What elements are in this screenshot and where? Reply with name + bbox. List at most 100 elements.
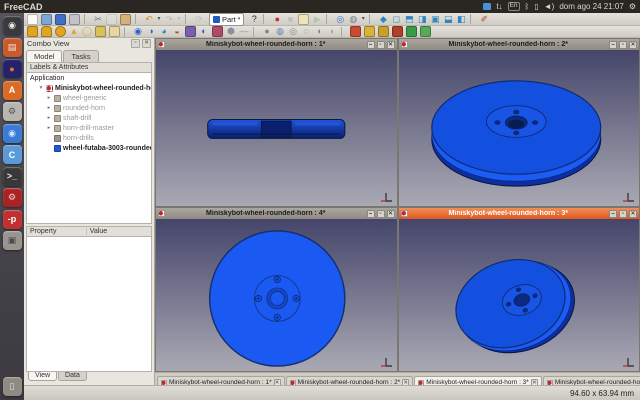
view-rear-icon[interactable]: ▣: [429, 14, 441, 25]
maximize-button[interactable]: ▫: [619, 41, 627, 49]
app-window-icon[interactable]: ▣: [3, 231, 22, 250]
tab-model[interactable]: Model: [26, 50, 62, 62]
value-column[interactable]: Value: [87, 228, 107, 235]
tree-expander-icon[interactable]: ▾: [38, 85, 44, 91]
tree-item[interactable]: ▸shaft-drill: [27, 113, 151, 123]
tree-item[interactable]: ▾Miniskybot-wheel-rounded-horn: [27, 83, 151, 93]
view-bottom-icon[interactable]: ⬓: [442, 14, 454, 25]
app-p-icon[interactable]: -p: [3, 210, 22, 229]
tree-item[interactable]: horn-drills: [27, 133, 151, 143]
view-axonometric-icon[interactable]: ◆: [377, 14, 389, 25]
part-cut-icon[interactable]: ◑: [145, 26, 157, 37]
system-settings-icon[interactable]: ⚙: [3, 102, 22, 121]
measure-distance-icon[interactable]: ✐: [478, 14, 490, 25]
maximize-button[interactable]: ▫: [377, 41, 385, 49]
chromium-icon[interactable]: C: [3, 145, 22, 164]
draw-style-icon[interactable]: ◍: [347, 14, 359, 25]
maximize-button[interactable]: ▫: [619, 210, 627, 218]
volume-indicator-icon[interactable]: ◄): [544, 3, 555, 11]
minimize-button[interactable]: –: [609, 41, 617, 49]
panel-float-button[interactable]: ▫: [131, 39, 140, 48]
viewport-2-canvas[interactable]: [399, 50, 640, 206]
battery-indicator-icon[interactable]: ▯: [534, 3, 538, 11]
tab-tasks[interactable]: Tasks: [63, 50, 98, 62]
input-method-indicator-icon[interactable]: t↓: [496, 3, 502, 11]
minimize-button[interactable]: –: [609, 210, 617, 218]
open-document-icon[interactable]: [41, 14, 52, 25]
new-document-icon[interactable]: [27, 14, 38, 25]
browser-icon[interactable]: ◉: [3, 124, 22, 143]
viewport-2-titlebar[interactable]: Miniskybot-wheel-rounded-horn : 2* – ▫ ✕: [399, 39, 640, 50]
part-boolean-icon[interactable]: ◉: [132, 26, 144, 37]
part-fillet-icon[interactable]: [212, 26, 223, 37]
part-ruled-surface-icon[interactable]: —: [238, 26, 250, 37]
software-center-icon[interactable]: A: [3, 81, 22, 100]
clock[interactable]: dom ago 24 21:07: [559, 3, 624, 11]
part-primitives-icon[interactable]: [95, 26, 106, 37]
part-compound-icon[interactable]: ◖: [313, 26, 325, 37]
close-button[interactable]: ✕: [629, 210, 637, 218]
tree-expander-icon[interactable]: ▸: [46, 125, 52, 131]
bluetooth-indicator-icon[interactable]: ᛒ: [525, 3, 530, 11]
tree-item[interactable]: wheel-futaba-3003-rounded-horn-final: [27, 143, 151, 153]
part-convert-to-solid-icon[interactable]: [392, 26, 403, 37]
part-box-icon[interactable]: [27, 26, 38, 37]
part-mirror-icon[interactable]: [406, 26, 417, 37]
minimize-button[interactable]: –: [367, 210, 375, 218]
tab-view[interactable]: View: [28, 372, 57, 381]
part-sweep-icon[interactable]: ◍: [274, 26, 286, 37]
part-torus-icon[interactable]: ◯: [81, 26, 93, 37]
part-loft-icon[interactable]: ●: [261, 26, 273, 37]
part-sphere-icon[interactable]: [55, 26, 66, 37]
macro-edit-icon[interactable]: [298, 14, 309, 25]
print-icon[interactable]: [69, 14, 80, 25]
dash-home-icon[interactable]: ◉: [3, 16, 22, 35]
viewport-4-titlebar[interactable]: Miniskybot-wheel-rounded-horn : 4* – ▫ ✕: [156, 208, 397, 219]
view-right-icon[interactable]: ◨: [416, 14, 428, 25]
viewport-1-canvas[interactable]: [156, 50, 397, 206]
part-cylinder-icon[interactable]: [41, 26, 52, 37]
session-gear-icon[interactable]: ⚙: [629, 3, 636, 11]
tree-item[interactable]: ▸rounded-horn: [27, 103, 151, 113]
close-button[interactable]: ✕: [387, 41, 395, 49]
part-refine-shape-icon[interactable]: [420, 26, 431, 37]
workbench-selector[interactable]: Part ▾: [209, 13, 244, 26]
cut-icon[interactable]: ✂: [92, 14, 104, 25]
freecad-icon[interactable]: ⚙: [3, 188, 22, 207]
combo-view-titlebar[interactable]: Combo View ▫ ✕: [24, 38, 154, 49]
viewport-3-canvas[interactable]: [399, 219, 640, 371]
part-chamfer-icon[interactable]: ⬢: [225, 26, 237, 37]
part-thickness-icon[interactable]: ◌: [300, 26, 312, 37]
part-cross-sections-icon[interactable]: [364, 26, 375, 37]
firefox-icon[interactable]: ●: [3, 59, 22, 78]
files-icon[interactable]: ▤: [3, 38, 22, 57]
part-simple-copy-icon[interactable]: ◗: [326, 26, 338, 37]
undo-menu-arrow-icon[interactable]: ▾: [156, 14, 162, 25]
save-document-icon[interactable]: [55, 14, 66, 25]
draw-style-arrow-icon[interactable]: ▾: [360, 14, 366, 25]
tree-expander-icon[interactable]: ▸: [46, 95, 52, 101]
property-table-body[interactable]: [26, 237, 152, 372]
part-revolve-icon[interactable]: ◐: [198, 26, 210, 37]
part-shapebuilder-icon[interactable]: [109, 26, 120, 37]
undo-icon[interactable]: ↶: [143, 14, 155, 25]
close-button[interactable]: ✕: [387, 210, 395, 218]
maximize-button[interactable]: ▫: [377, 210, 385, 218]
panel-close-button[interactable]: ✕: [142, 39, 151, 48]
viewport-1-titlebar[interactable]: Miniskybot-wheel-rounded-horn : 1* – ▫ ✕: [156, 39, 397, 50]
part-union-icon[interactable]: ◕: [158, 26, 170, 37]
minimize-button[interactable]: –: [367, 41, 375, 49]
tab-data[interactable]: Data: [58, 372, 87, 381]
whats-this-icon[interactable]: ?: [248, 14, 260, 25]
view-front-icon[interactable]: ◻: [390, 14, 402, 25]
part-shape-from-mesh-icon[interactable]: [378, 26, 389, 37]
part-section-icon[interactable]: [350, 26, 361, 37]
part-extrude-icon[interactable]: [185, 26, 196, 37]
terminal-icon[interactable]: >_: [3, 167, 22, 186]
viewport-3-titlebar[interactable]: Miniskybot-wheel-rounded-horn : 3* – ▫ ✕: [399, 208, 640, 219]
close-button[interactable]: ✕: [629, 41, 637, 49]
fit-all-icon[interactable]: ◎: [334, 14, 346, 25]
keyboard-layout-indicator-icon[interactable]: En: [508, 2, 520, 11]
view-left-icon[interactable]: ◧: [455, 14, 467, 25]
paste-icon[interactable]: [120, 14, 131, 25]
